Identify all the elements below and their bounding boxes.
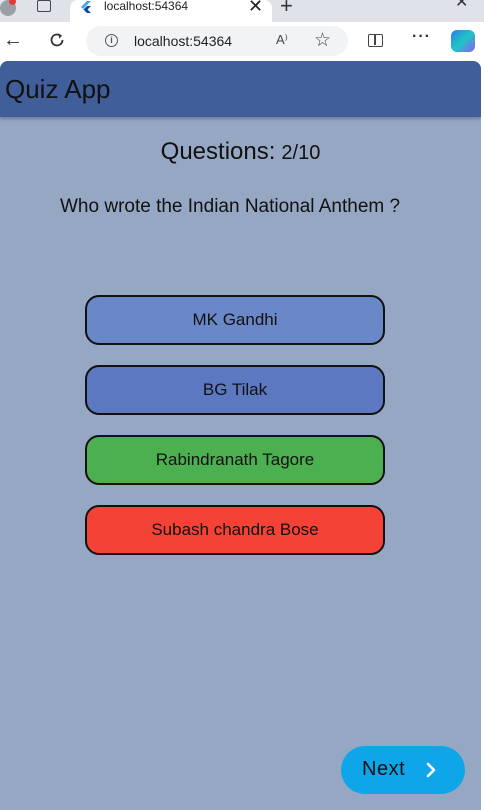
answer-option-2[interactable]: BG Tilak <box>85 365 385 415</box>
flutter-favicon-icon <box>81 1 91 13</box>
next-button-label: Next <box>362 758 406 780</box>
notification-dot <box>9 0 16 5</box>
question-counter-value: 2/10 <box>281 142 321 164</box>
browser-toolbar: ← i localhost:54364 A⁾ ☆ ··· <box>0 22 484 61</box>
more-icon[interactable]: ··· <box>412 28 431 46</box>
answer-option-4[interactable]: Subash chandra Bose <box>85 505 385 555</box>
read-aloud-icon[interactable]: A⁾ <box>276 32 288 48</box>
info-icon[interactable]: i <box>105 34 118 47</box>
app-title: Quiz App <box>5 74 111 104</box>
star-icon[interactable]: ☆ <box>314 29 331 52</box>
tab-title: localhost:54364 <box>104 0 189 13</box>
chevron-right-icon <box>426 762 436 778</box>
address-bar[interactable]: i localhost:54364 A⁾ ☆ <box>86 26 348 56</box>
browser-tab-strip: localhost:54364 ✕ + — ✕ <box>0 0 484 22</box>
question-counter-label: Questions: <box>160 138 276 165</box>
new-tab-button[interactable]: + <box>280 0 293 19</box>
answer-option-1[interactable]: MK Gandhi <box>85 295 385 345</box>
profile-avatar[interactable] <box>0 0 16 16</box>
tab-close-icon[interactable]: ✕ <box>248 0 263 17</box>
question-counter: Questions: 2/10 <box>0 138 481 166</box>
back-arrow-icon[interactable]: ← <box>3 30 23 50</box>
copilot-icon[interactable] <box>451 30 475 52</box>
url-text[interactable]: localhost:54364 <box>134 33 232 49</box>
split-screen-icon[interactable] <box>368 34 383 47</box>
answer-option-3[interactable]: Rabindranath Tagore <box>85 435 385 485</box>
minimize-icon[interactable]: — <box>408 0 424 8</box>
next-button[interactable]: Next <box>341 746 465 794</box>
refresh-icon[interactable] <box>48 31 66 49</box>
browser-tab[interactable]: localhost:54364 ✕ <box>70 0 272 22</box>
tab-actions-icon[interactable] <box>37 0 51 12</box>
app-bar: Quiz App <box>0 61 481 117</box>
window-close-icon[interactable]: ✕ <box>455 0 468 12</box>
quiz-app: Quiz App Questions: 2/10 Who wrote the In… <box>0 61 481 810</box>
question-text: Who wrote the Indian National Anthem ? <box>60 196 401 217</box>
